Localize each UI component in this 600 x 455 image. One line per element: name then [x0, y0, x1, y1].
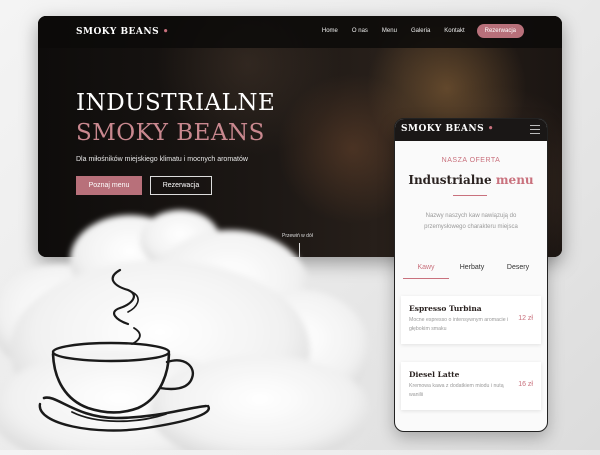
- hero-title-line1: INDUSTRIALNE: [76, 90, 276, 116]
- menu-item-card[interactable]: Espresso Turbina Mocne espresso o intens…: [401, 296, 541, 344]
- nav-link-galeria[interactable]: Galeria: [411, 28, 430, 34]
- brand-dot: •: [487, 124, 495, 134]
- explore-menu-button[interactable]: Poznaj menu: [76, 176, 142, 195]
- mobile-logo[interactable]: SMOKY BEANS •: [401, 124, 494, 134]
- brand-name: SMOKY BEANS: [76, 27, 160, 37]
- mobile-header: SMOKY BEANS •: [395, 119, 547, 141]
- brand-name: SMOKY BEANS: [401, 124, 485, 134]
- menu-icon[interactable]: [530, 125, 540, 137]
- menu-item-description: Mocne espresso o intensywnym aromacie i …: [409, 317, 509, 332]
- nav-link-kontakt[interactable]: Kontakt: [444, 28, 464, 34]
- section-title: Industrialne menu: [395, 173, 547, 187]
- menu-item-name: Diesel Latte: [409, 370, 460, 379]
- desktop-logo[interactable]: SMOKY BEANS •: [76, 27, 169, 37]
- tab-herbaty[interactable]: Herbaty: [449, 259, 495, 279]
- menu-tabs: Kawy Herbaty Desery: [403, 259, 541, 279]
- section-label: NASZA OFERTA: [441, 157, 501, 164]
- nav-link-o-nas[interactable]: O nas: [352, 28, 368, 34]
- menu-item-card[interactable]: Diesel Latte Kremowa kawa z dodatkiem mi…: [401, 362, 541, 410]
- coffee-cup-icon: [36, 268, 216, 438]
- tab-kawy[interactable]: Kawy: [403, 259, 449, 279]
- menu-item-description: Kremowa kawa z dodatkiem miodu i nutą wa…: [409, 383, 504, 398]
- nav-reservation-button[interactable]: Rezerwacja: [476, 24, 524, 38]
- menu-item-name: Espresso Turbina: [409, 304, 482, 313]
- hero-subtitle: Dla miłośników miejskiego klimatu i mocn…: [76, 156, 248, 163]
- hero-title-line2: SMOKY BEANS: [76, 120, 265, 146]
- desktop-navbar: SMOKY BEANS • Home O nas Menu Galeria Ko…: [38, 16, 562, 48]
- nav-links: Home O nas Menu Galeria Kontakt Rezerwac…: [308, 24, 524, 38]
- menu-item-price: 12 zł: [518, 315, 533, 322]
- menu-item-price: 16 zł: [518, 381, 533, 388]
- brand-dot: •: [162, 27, 170, 37]
- mobile-mockup: SMOKY BEANS • NASZA OFERTA Industrialne …: [394, 118, 548, 432]
- section-title-accent: menu: [495, 173, 534, 187]
- nav-link-home[interactable]: Home: [322, 28, 338, 34]
- section-divider: [453, 195, 487, 196]
- tab-desery[interactable]: Desery: [495, 259, 541, 279]
- nav-link-menu[interactable]: Menu: [382, 28, 397, 34]
- section-title-main: Industrialne: [408, 173, 492, 187]
- section-description: Nazwy naszych kaw nawiązują do przemysło…: [424, 213, 518, 230]
- hero-reservation-button[interactable]: Rezerwacja: [150, 176, 212, 195]
